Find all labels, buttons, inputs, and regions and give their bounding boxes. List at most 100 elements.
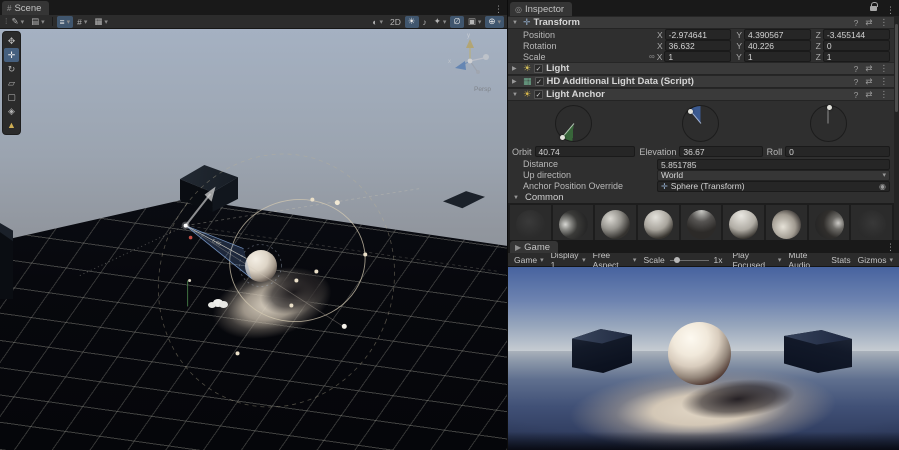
scene-panel-menu-icon[interactable]: ⋮ xyxy=(489,4,507,15)
anchor-override-object-field[interactable]: ✛ Sphere (Transform) ◉ xyxy=(657,181,890,192)
presets-icon[interactable]: ⇄ xyxy=(863,63,874,74)
camera-view-dropdown[interactable]: ▤▾ xyxy=(28,16,48,28)
light-anchor-header[interactable]: ▼ ☀ ✓ Light Anchor ? ⇄ ⋮ xyxy=(508,88,894,101)
component-menu-icon[interactable]: ⋮ xyxy=(878,63,891,74)
transform-component-header[interactable]: ▼ ✛ Transform ? ⇄ ⋮ xyxy=(508,16,894,29)
position-y-field[interactable]: 4.390567 xyxy=(744,29,811,40)
y-axis-cone[interactable] xyxy=(466,39,474,48)
hand-tool-button[interactable]: ✥ xyxy=(4,34,19,48)
position-x-field[interactable]: -2.974641 xyxy=(665,29,732,40)
scrollbar-thumb[interactable] xyxy=(895,24,898,112)
roll-knob[interactable] xyxy=(827,105,832,110)
orientation-gizmo[interactable]: y x xyxy=(443,31,497,85)
game-viewport[interactable] xyxy=(508,267,899,450)
foldout-closed-icon[interactable]: ▶ xyxy=(512,65,520,72)
scene-cube-center[interactable] xyxy=(180,165,238,212)
presets-icon[interactable]: ⇄ xyxy=(863,76,874,87)
scale-slider[interactable] xyxy=(670,255,709,265)
common-foldout-row[interactable]: ▼ Common xyxy=(508,192,894,203)
gizmo-target-dropdown[interactable]: ⊕▾ xyxy=(485,16,504,28)
light-anchor-tool-button[interactable]: ▲ xyxy=(4,118,19,132)
scene-viewport[interactable]: 5.85 ✥ ✛ ↻ ▱ ▢ ◈ ▲ xyxy=(0,29,507,450)
orbit-knob[interactable] xyxy=(560,135,565,140)
light-anchor-enabled-checkbox[interactable]: ✓ xyxy=(534,90,543,99)
gizmos-dropdown[interactable]: Gizmos▾ xyxy=(856,255,895,265)
scene-audio-toggle[interactable]: ♪ xyxy=(420,16,430,28)
shading-toggle[interactable]: ≡▾ xyxy=(57,16,73,28)
foldout-open-icon[interactable]: ▼ xyxy=(512,92,520,98)
snap-dropdown[interactable]: ▦▾ xyxy=(91,16,111,28)
preset-button[interactable] xyxy=(595,205,636,240)
camera-settings-dropdown[interactable]: ▣▾ xyxy=(465,16,485,28)
x-axis-ball[interactable] xyxy=(483,54,489,60)
light-component-header[interactable]: ▶ ☀ ✓ Light ? ⇄ ⋮ xyxy=(508,62,894,75)
effects-dropdown[interactable]: ✦▾ xyxy=(431,16,450,28)
up-direction-dropdown[interactable]: World ▾ xyxy=(657,170,890,181)
orbit-dial[interactable] xyxy=(555,105,592,142)
help-icon[interactable]: ? xyxy=(852,18,861,28)
component-menu-icon[interactable]: ⋮ xyxy=(878,76,891,87)
hd-light-data-header[interactable]: ▶ ▦ ✓ HD Additional Light Data (Script) … xyxy=(508,75,894,88)
rotation-x-field[interactable]: 36.632 xyxy=(665,40,732,51)
display-target-dropdown[interactable]: Game▾ xyxy=(512,255,546,265)
presets-icon[interactable]: ⇄ xyxy=(863,17,874,28)
help-icon[interactable]: ? xyxy=(852,64,861,74)
help-icon[interactable]: ? xyxy=(852,77,861,87)
scale-y-field[interactable]: 1 xyxy=(744,51,811,62)
presets-icon[interactable]: ⇄ xyxy=(863,89,874,100)
distance-field[interactable]: 5.851785 xyxy=(657,159,890,170)
inspector-menu-icon[interactable]: ⋮ xyxy=(881,5,899,16)
roll-dial[interactable] xyxy=(810,105,847,142)
axis-ball-back[interactable] xyxy=(476,70,480,74)
position-z-field[interactable]: -3.455144 xyxy=(823,29,890,40)
rotation-y-field[interactable]: 40.226 xyxy=(744,40,811,51)
toolbar-grip-icon[interactable]: ⁞⁞ xyxy=(3,17,7,26)
preset-button[interactable] xyxy=(681,205,722,240)
component-menu-icon[interactable]: ⋮ xyxy=(878,89,891,100)
perspective-label[interactable]: Persp xyxy=(474,86,491,93)
stats-button[interactable]: Stats xyxy=(829,255,852,265)
z-axis-cone[interactable] xyxy=(455,61,466,70)
rotate-tool-button[interactable]: ↻ xyxy=(4,62,19,76)
scene-cube-right[interactable] xyxy=(443,190,485,247)
preset-button[interactable] xyxy=(510,205,551,240)
lock-icon[interactable] xyxy=(870,6,877,11)
inspector-scrollbar[interactable] xyxy=(894,16,899,240)
foldout-open-icon[interactable]: ▼ xyxy=(512,20,520,26)
preset-button[interactable] xyxy=(809,205,850,240)
light-gizmo-icon[interactable] xyxy=(213,299,223,307)
grid-dropdown[interactable]: #▾ xyxy=(74,16,90,28)
tab-scene[interactable]: # Scene xyxy=(2,1,49,15)
preset-button[interactable] xyxy=(723,205,764,240)
preset-button[interactable] xyxy=(553,205,594,240)
game-panel-menu-icon[interactable]: ⋮ xyxy=(881,242,899,253)
uniform-scale-link-icon[interactable]: ∞ xyxy=(649,52,655,61)
help-icon[interactable]: ? xyxy=(852,90,861,100)
preset-button[interactable] xyxy=(851,205,892,240)
scale-tool-button[interactable]: ▱ xyxy=(4,76,19,90)
tab-inspector[interactable]: ◎ Inspector xyxy=(510,2,572,16)
scale-slider-knob[interactable] xyxy=(674,257,680,263)
light-enabled-checkbox[interactable]: ✓ xyxy=(534,64,543,73)
hidden-objects-toggle[interactable]: ∅ xyxy=(450,16,463,28)
object-picker-icon[interactable]: ◉ xyxy=(879,182,886,191)
transform-tool-button[interactable]: ◈ xyxy=(4,104,19,118)
scene-sphere[interactable] xyxy=(245,250,277,282)
rect-tool-button[interactable]: ▢ xyxy=(4,90,19,104)
elevation-dial[interactable] xyxy=(682,105,719,142)
elevation-value-field[interactable]: 36.67 xyxy=(679,146,762,157)
rotation-z-field[interactable]: 0 xyxy=(823,40,890,51)
scene-cube-left-edge[interactable] xyxy=(0,223,13,299)
orbit-value-field[interactable]: 40.74 xyxy=(535,146,636,157)
scene-visibility-dropdown[interactable]: ◐▾ xyxy=(369,16,386,28)
scene-lighting-toggle[interactable]: ☀ xyxy=(405,16,419,28)
hd-data-enabled-checkbox[interactable]: ✓ xyxy=(535,77,544,86)
2d-toggle[interactable]: 2D xyxy=(387,16,404,28)
foldout-open-icon[interactable]: ▼ xyxy=(513,195,521,201)
tab-game[interactable]: ▶ Game xyxy=(510,241,558,253)
component-menu-icon[interactable]: ⋮ xyxy=(878,17,891,28)
foldout-closed-icon[interactable]: ▶ xyxy=(512,78,520,85)
preset-button[interactable] xyxy=(638,205,679,240)
roll-value-field[interactable]: 0 xyxy=(785,146,890,157)
scale-z-field[interactable]: 1 xyxy=(823,51,890,62)
